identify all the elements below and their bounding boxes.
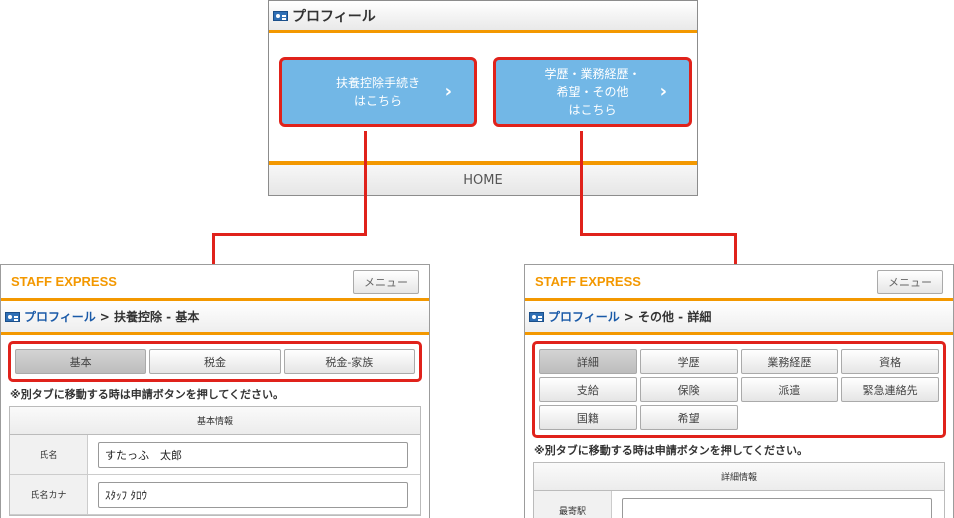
chevron-right-icon: ›	[444, 81, 452, 102]
field-value-cell	[612, 491, 944, 518]
detail-info-table: 詳細情報 最寄駅	[533, 462, 945, 518]
profile-panel: プロフィール 扶養控除手続き はこちら › 学歴・業務経歴・ 希望・その他 はこ…	[268, 0, 698, 196]
profile-title: プロフィール	[292, 8, 376, 25]
tab-tax[interactable]: 税金	[149, 349, 281, 374]
tab-work-history[interactable]: 業務経歴	[740, 349, 839, 374]
profile-card-icon	[5, 311, 20, 322]
tab-basic[interactable]: 基本	[15, 349, 147, 374]
dependent-deduction-label-2: はこちら	[353, 94, 402, 108]
breadcrumb-profile-link[interactable]: プロフィール	[548, 308, 620, 325]
menu-button[interactable]: メニュー	[353, 269, 419, 294]
menu-button[interactable]: メニュー	[877, 269, 943, 294]
breadcrumb: プロフィール > 扶養控除 - 基本	[1, 301, 429, 335]
profile-body: 扶養控除手続き はこちら › 学歴・業務経歴・ 希望・その他 はこちら ›	[269, 33, 697, 159]
chevron-right-icon: ›	[659, 81, 667, 102]
tab-insurance[interactable]: 保険	[639, 377, 738, 402]
field-label: 氏名	[10, 435, 88, 474]
table-row: 氏名カナ ｽﾀｯﾌ ﾀﾛｳ	[10, 475, 420, 515]
tab-dispatch[interactable]: 派遣	[740, 377, 839, 402]
field-label: 最寄駅	[534, 491, 612, 518]
education-career-label-3: はこちら	[568, 103, 617, 117]
tab-row: 国籍 希望	[539, 405, 939, 430]
field-value-cell: ｽﾀｯﾌ ﾀﾛｳ	[88, 475, 420, 514]
app-header: STAFF EXPRESS メニュー	[525, 265, 953, 301]
other-details-screen: STAFF EXPRESS メニュー プロフィール > その他 - 詳細 詳細 …	[524, 264, 954, 518]
basic-info-table: 基本情報 氏名 すたっふ 太郎 氏名カナ ｽﾀｯﾌ ﾀﾛｳ	[9, 406, 421, 516]
app-header: STAFF EXPRESS メニュー	[1, 265, 429, 301]
home-link[interactable]: HOME	[269, 161, 697, 195]
field-label: 氏名カナ	[10, 475, 88, 514]
tab-group: 基本 税金 税金-家族	[8, 341, 422, 382]
field-value-cell: すたっふ 太郎	[88, 435, 420, 474]
tab-emergency-contact[interactable]: 緊急連絡先	[841, 377, 939, 402]
tab-details[interactable]: 詳細	[539, 349, 637, 374]
connector-line	[580, 233, 737, 236]
tab-education[interactable]: 学歴	[639, 349, 738, 374]
breadcrumb-profile-link[interactable]: プロフィール	[24, 308, 96, 325]
table-row: 最寄駅	[534, 491, 944, 518]
dependent-deduction-label-1: 扶養控除手続き	[335, 76, 420, 90]
breadcrumb-current: > 扶養控除 - 基本	[99, 310, 200, 324]
name-field[interactable]: すたっふ 太郎	[98, 441, 408, 468]
education-career-label-2: 希望・その他	[556, 85, 629, 99]
section-title: 詳細情報	[534, 463, 944, 491]
education-career-button[interactable]: 学歴・業務経歴・ 希望・その他 はこちら ›	[493, 57, 692, 127]
tab-preferences[interactable]: 希望	[639, 405, 738, 430]
section-title: 基本情報	[10, 407, 420, 435]
tab-nationality[interactable]: 国籍	[539, 405, 637, 430]
tab-qualifications[interactable]: 資格	[841, 349, 939, 374]
tab-row: 詳細 学歴 業務経歴 資格	[539, 349, 939, 374]
nearest-station-field[interactable]	[622, 497, 932, 518]
tab-row: 基本 税金 税金-家族	[15, 349, 415, 374]
profile-card-icon	[529, 311, 544, 322]
tab-switch-note: ※別タブに移動する時は申請ボタンを押してください。	[534, 444, 809, 457]
profile-header: プロフィール	[269, 1, 697, 33]
connector-line	[212, 233, 367, 236]
connector-line	[364, 131, 367, 236]
brand-logo: STAFF EXPRESS	[11, 274, 117, 289]
dependent-deduction-screen: STAFF EXPRESS メニュー プロフィール > 扶養控除 - 基本 基本…	[0, 264, 430, 518]
dependent-deduction-button[interactable]: 扶養控除手続き はこちら ›	[279, 57, 477, 127]
tab-group: 詳細 学歴 業務経歴 資格 支給 保険 派遣 緊急連絡先 国籍 希望	[532, 341, 946, 438]
tab-tax-family[interactable]: 税金-家族	[283, 349, 415, 374]
breadcrumb-current: > その他 - 詳細	[623, 310, 712, 324]
breadcrumb: プロフィール > その他 - 詳細	[525, 301, 953, 335]
education-career-label-1: 学歴・業務経歴・	[544, 67, 641, 81]
connector-line	[580, 131, 583, 236]
tab-payment[interactable]: 支給	[539, 377, 637, 402]
tab-row: 支給 保険 派遣 緊急連絡先	[539, 377, 939, 402]
brand-logo: STAFF EXPRESS	[535, 274, 641, 289]
profile-card-icon	[273, 10, 288, 21]
tab-switch-note: ※別タブに移動する時は申請ボタンを押してください。	[10, 388, 285, 401]
name-kana-field[interactable]: ｽﾀｯﾌ ﾀﾛｳ	[98, 481, 408, 508]
table-row: 氏名 すたっふ 太郎	[10, 435, 420, 475]
